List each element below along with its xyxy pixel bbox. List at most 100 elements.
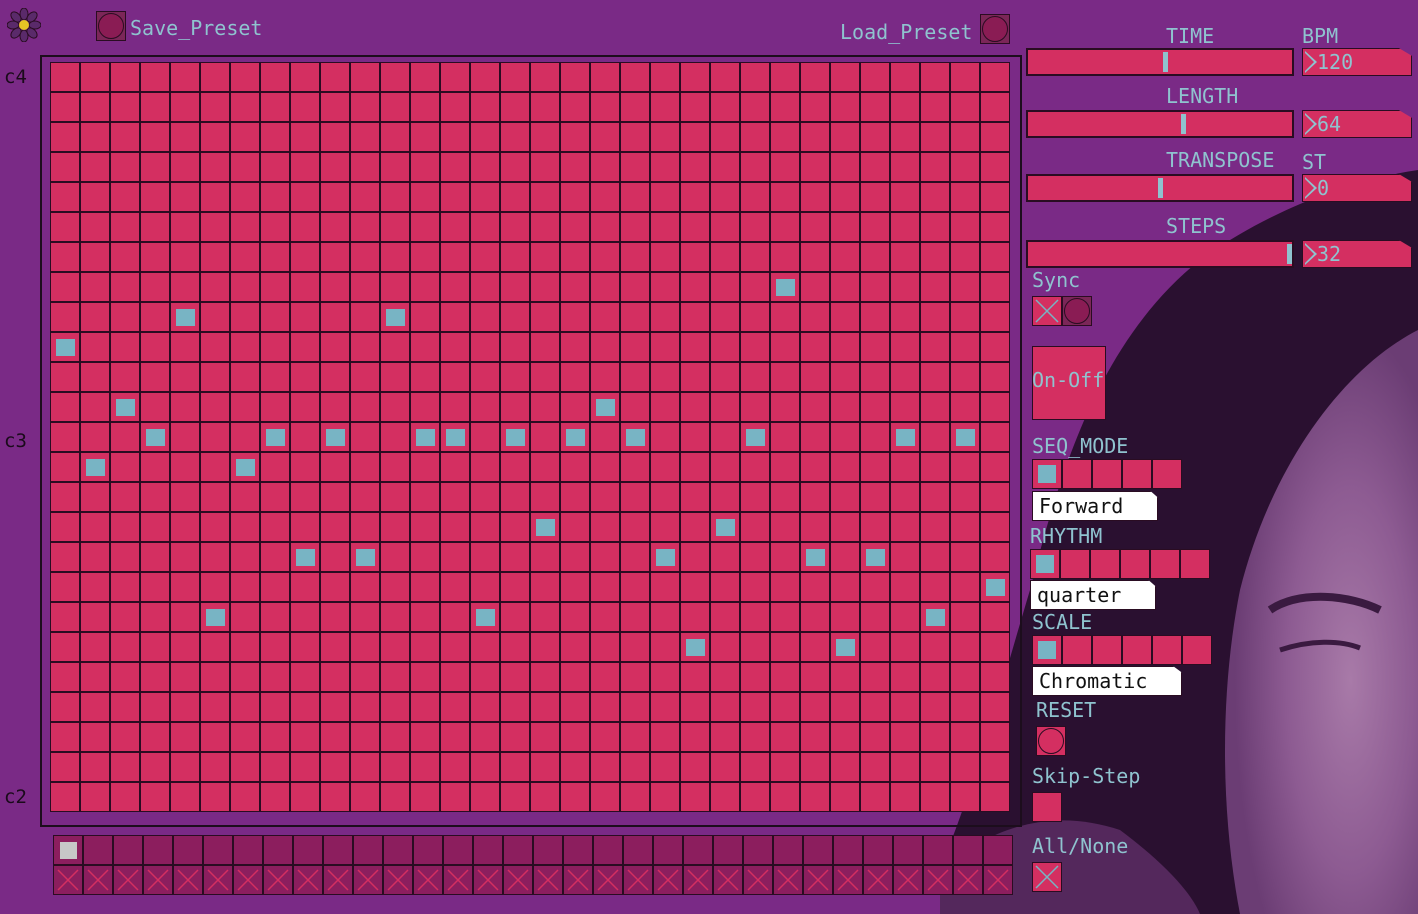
grid-cell[interactable] [170,662,200,692]
grid-cell[interactable] [140,572,170,602]
grid-cell[interactable] [50,752,80,782]
grid-cell[interactable] [230,302,260,332]
grid-cell[interactable] [950,662,980,692]
grid-cell[interactable] [170,122,200,152]
grid-cell[interactable] [320,302,350,332]
grid-cell[interactable] [890,362,920,392]
grid-cell[interactable] [950,392,980,422]
grid-cell[interactable] [860,662,890,692]
grid-cell[interactable] [200,362,230,392]
step-mute-toggle[interactable] [953,865,983,895]
grid-cell[interactable] [890,632,920,662]
grid-cell[interactable] [800,602,830,632]
grid-cell[interactable] [170,182,200,212]
grid-cell[interactable] [740,242,770,272]
grid-cell[interactable] [530,212,560,242]
grid-cell[interactable] [200,212,230,242]
grid-cell[interactable] [890,602,920,632]
grid-cell[interactable] [530,572,560,602]
grid-cell[interactable] [800,302,830,332]
grid-cell[interactable] [500,722,530,752]
load-preset-button[interactable] [980,14,1010,44]
grid-cell[interactable] [80,392,110,422]
grid-cell[interactable] [500,602,530,632]
grid-cell[interactable] [890,572,920,602]
grid-cell[interactable] [710,722,740,752]
grid-cell[interactable] [920,542,950,572]
grid-cell[interactable] [860,122,890,152]
grid-cell[interactable] [380,662,410,692]
grid-cell[interactable] [860,62,890,92]
grid-cell[interactable] [530,122,560,152]
grid-cell[interactable] [470,92,500,122]
grid-cell[interactable] [230,272,260,302]
grid-cell[interactable] [740,632,770,662]
grid-cell[interactable] [650,422,680,452]
grid-cell[interactable] [320,452,350,482]
grid-cell[interactable] [440,62,470,92]
grid-cell[interactable] [740,572,770,602]
grid-cell[interactable] [80,212,110,242]
grid-cell[interactable] [50,272,80,302]
grid-cell[interactable] [110,662,140,692]
grid-cell[interactable] [80,782,110,812]
grid-cell[interactable] [770,92,800,122]
grid-cell[interactable] [410,782,440,812]
grid-cell[interactable] [410,452,440,482]
grid-cell[interactable] [770,572,800,602]
grid-cell[interactable] [590,512,620,542]
grid-cell[interactable] [710,782,740,812]
grid-cell[interactable] [680,92,710,122]
grid-cell[interactable] [230,422,260,452]
grid-cell[interactable] [680,392,710,422]
grid-cell[interactable] [920,212,950,242]
grid-cell[interactable] [560,92,590,122]
grid-cell[interactable] [830,662,860,692]
grid-cell[interactable] [80,632,110,662]
grid-cell[interactable] [440,482,470,512]
grid-cell[interactable] [680,512,710,542]
grid-cell[interactable] [80,122,110,152]
grid-cell[interactable] [140,62,170,92]
grid-cell[interactable] [620,92,650,122]
grid-cell[interactable] [500,242,530,272]
grid-cell[interactable] [470,182,500,212]
grid-cell[interactable] [770,152,800,182]
grid-cell[interactable] [740,482,770,512]
grid-cell[interactable] [950,542,980,572]
grid-cell[interactable] [140,542,170,572]
radio-option[interactable] [1060,549,1090,579]
grid-cell[interactable] [770,662,800,692]
grid-cell[interactable] [320,242,350,272]
grid-cell[interactable] [50,212,80,242]
grid-cell[interactable] [110,62,140,92]
grid-cell[interactable] [800,422,830,452]
grid-cell[interactable] [740,272,770,302]
grid-cell[interactable] [320,602,350,632]
grid-cell[interactable] [650,692,680,722]
grid-cell[interactable] [260,632,290,662]
grid-cell[interactable] [710,752,740,782]
grid-cell[interactable] [440,452,470,482]
grid-cell[interactable] [110,512,140,542]
grid-cell[interactable] [830,392,860,422]
grid-cell[interactable] [470,662,500,692]
grid-cell[interactable] [860,752,890,782]
grid-cell[interactable] [140,152,170,182]
grid-cell[interactable] [500,122,530,152]
grid-cell[interactable] [440,782,470,812]
step-mute-toggle[interactable] [503,865,533,895]
grid-cell[interactable] [170,152,200,182]
grid-cell[interactable] [470,542,500,572]
grid-cell[interactable] [650,302,680,332]
grid-cell[interactable] [170,242,200,272]
grid-cell[interactable] [590,542,620,572]
grid-cell[interactable] [110,332,140,362]
grid-cell[interactable] [710,422,740,452]
grid-cell[interactable] [200,392,230,422]
grid-cell[interactable] [590,752,620,782]
grid-cell[interactable] [950,422,980,452]
grid-cell[interactable] [260,752,290,782]
grid-cell[interactable] [260,452,290,482]
grid-cell[interactable] [140,512,170,542]
